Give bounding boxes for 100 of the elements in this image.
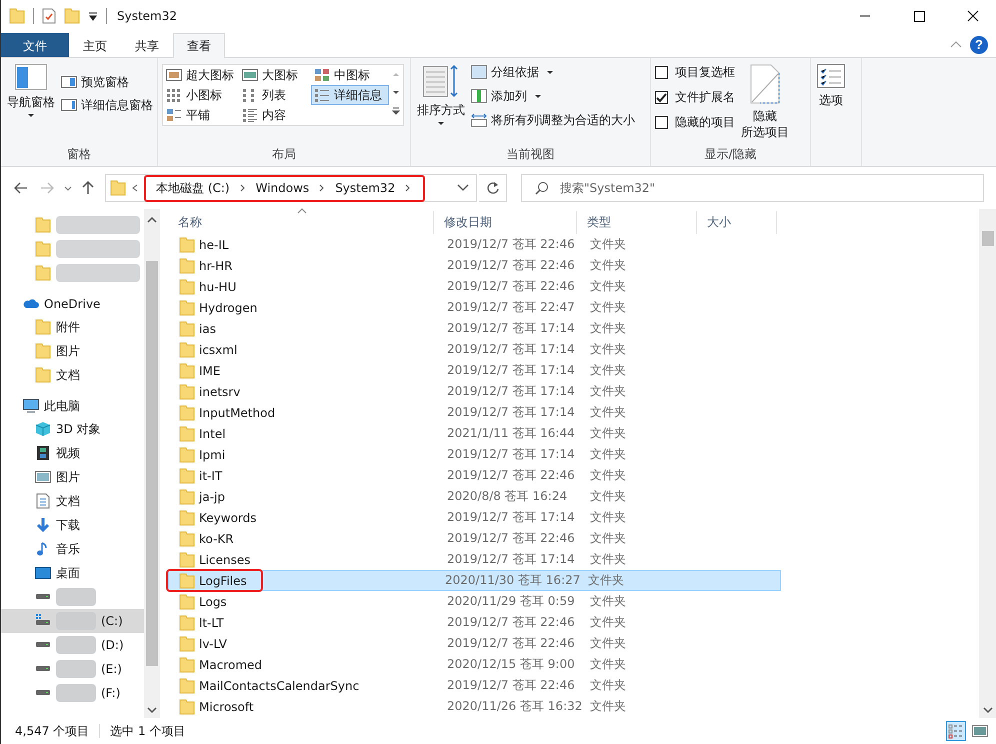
file-name[interactable]: hr-HR (199, 258, 232, 272)
breadcrumb[interactable]: System32 (335, 181, 396, 195)
table-cell-text: 文件夹 (589, 530, 627, 547)
layout-option[interactable]: 详细信息 (311, 85, 389, 105)
nav-item[interactable]: 音乐 (1, 537, 144, 561)
checklist-icon[interactable] (42, 8, 56, 24)
breadcrumb[interactable]: 本地磁盘 (C:) (156, 180, 230, 196)
table-cell-text: 文件夹 (589, 467, 627, 484)
file-name[interactable]: hu-HU (199, 280, 236, 294)
refresh-button[interactable] (479, 174, 507, 202)
view-icon (166, 108, 182, 122)
options-button[interactable]: 选项 (815, 62, 847, 110)
ribbon-tab[interactable]: 文件 (1, 33, 69, 57)
layout-option[interactable]: 中图标 (311, 65, 389, 85)
navigation-pane-icon (15, 64, 47, 90)
nav-item[interactable]: OneDrive (1, 293, 144, 315)
file-name[interactable]: Ipmi (199, 448, 226, 462)
file-name[interactable]: he-IL (199, 238, 229, 252)
view-command[interactable]: 分组依据 (471, 62, 635, 82)
file-name[interactable]: LogFiles (199, 574, 247, 588)
file-name[interactable]: InputMethod (199, 406, 276, 420)
details-pane-button[interactable]: 详细信息窗格 (61, 95, 153, 115)
layout-option[interactable]: 小图标 (163, 85, 239, 105)
folder-icon (35, 319, 51, 335)
file-name[interactable]: Hydrogen (199, 300, 258, 314)
table-cell-text: 2019/12/7 苍耳 22:47 (446, 299, 576, 316)
scrollbar-thumb[interactable] (146, 261, 158, 666)
column-header[interactable]: 大小 (697, 211, 777, 234)
column-header[interactable]: 修改日期 (434, 211, 577, 234)
download-arrow-icon (35, 517, 51, 533)
file-name[interactable]: lt-LT (199, 616, 224, 630)
nav-item[interactable]: 图片 (1, 465, 144, 489)
file-name[interactable]: MailContactsCalendarSync (199, 678, 360, 692)
breadcrumb[interactable]: Windows (256, 181, 310, 195)
selected-nav-item[interactable]: (C:) (1, 609, 144, 633)
folder-icon (35, 367, 51, 383)
address-bar[interactable]: 本地磁盘 (C:) Windows System32 (105, 174, 477, 202)
nav-item[interactable]: 附件 (1, 315, 144, 339)
nav-item[interactable]: (F:) (1, 681, 144, 705)
preview-pane-button[interactable]: 预览窗格 (61, 72, 153, 92)
file-name[interactable]: it-IT (199, 468, 222, 482)
nav-item[interactable]: 桌面 (1, 561, 144, 585)
file-name[interactable]: inetsrv (199, 384, 240, 398)
selected-row[interactable]: LogFiles 2020/11/30 苍耳 16:27 文件夹 (168, 570, 781, 591)
list-view-icon (948, 723, 964, 739)
checkbox-option[interactable]: 隐藏的项目 (655, 112, 735, 133)
scrollbar-thumb[interactable] (982, 231, 994, 246)
ribbon-tab[interactable]: 主页 (69, 33, 121, 57)
table-cell-text: 文件夹 (589, 341, 627, 358)
redacted-label (56, 660, 96, 678)
scroll-down-icon[interactable] (982, 706, 992, 714)
search-field[interactable]: 搜索"System32" (521, 174, 984, 202)
details-view-button[interactable] (946, 721, 966, 741)
view-icon (242, 108, 258, 122)
sort-button[interactable]: 排序方式 (415, 62, 467, 127)
column-header[interactable]: 名称 (168, 211, 434, 234)
scrollbar[interactable] (144, 209, 159, 718)
column-header[interactable]: 类型 (577, 211, 697, 234)
file-name[interactable]: ias (199, 322, 216, 336)
layout-option[interactable]: 内容 (239, 105, 311, 125)
folder-icon (179, 384, 195, 400)
nav-item[interactable]: (D:) (1, 633, 144, 657)
file-name[interactable]: Microsoft (199, 700, 254, 714)
file-name[interactable]: Macromed (199, 658, 262, 672)
ribbon-tab[interactable]: 共享 (121, 33, 173, 57)
checkbox-option[interactable]: 文件扩展名 (655, 87, 735, 108)
nav-item[interactable]: 下载 (1, 513, 144, 537)
layout-option[interactable]: 平铺 (163, 105, 239, 125)
file-name[interactable]: ja-jp (199, 490, 225, 504)
file-name[interactable]: Licenses (199, 552, 250, 566)
file-name[interactable]: Keywords (199, 510, 257, 524)
nav-item[interactable]: 此电脑 (1, 395, 144, 417)
scrollbar[interactable] (979, 209, 996, 718)
navigation-pane-button[interactable]: 导航窗格 (5, 62, 57, 119)
scroll-down-icon[interactable] (146, 706, 156, 714)
file-name[interactable]: IME (199, 364, 220, 378)
file-name[interactable]: icsxml (199, 342, 238, 356)
nav-item[interactable]: 文档 (1, 489, 144, 513)
nav-item[interactable]: 3D 对象 (1, 417, 144, 441)
file-name[interactable]: Logs (199, 594, 227, 608)
layout-option[interactable]: 大图标 (239, 65, 311, 85)
folder-icon (179, 404, 195, 420)
file-name[interactable]: Intel (199, 426, 226, 440)
layout-option[interactable]: 列表 (239, 85, 311, 105)
layout-option[interactable]: 超大图标 (163, 65, 239, 85)
nav-item[interactable]: 视频 (1, 441, 144, 465)
file-name[interactable]: ko-KR (199, 532, 234, 546)
dropdown-icon[interactable] (88, 10, 98, 22)
view-command[interactable]: 添加列 (471, 86, 635, 106)
nav-item[interactable]: 文档 (1, 363, 144, 387)
view-command[interactable]: 将所有列调整为合适的大小 (471, 110, 635, 130)
nav-item[interactable]: 图片 (1, 339, 144, 363)
help-button[interactable]: ? (970, 36, 988, 54)
ribbon-tab[interactable]: 查看 (173, 33, 225, 58)
hide-selected-button[interactable]: 隐藏 所选项目 (739, 62, 791, 142)
nav-item[interactable]: (E:) (1, 657, 144, 681)
checkbox-option[interactable]: 项目复选框 (655, 62, 735, 83)
file-name[interactable]: lv-LV (199, 636, 228, 650)
scroll-up-icon[interactable] (146, 215, 156, 223)
table-cell-text: 文件夹 (589, 509, 627, 526)
